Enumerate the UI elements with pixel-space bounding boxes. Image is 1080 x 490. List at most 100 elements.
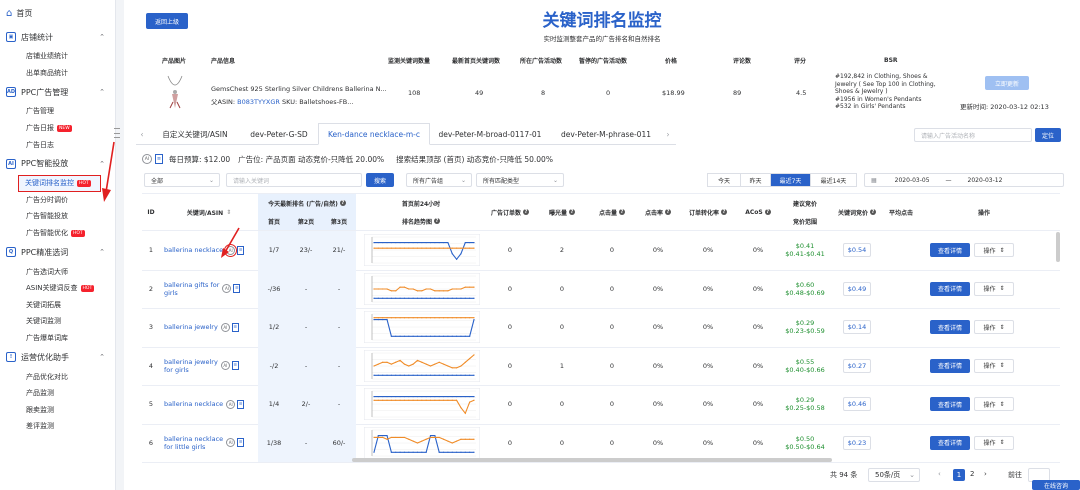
page-1[interactable]: 1 — [953, 469, 965, 481]
sidebar-group-3[interactable]: Q PPC精准选词 ⌃ — [0, 241, 115, 263]
keyword-bid-value[interactable]: $0.27 — [842, 358, 872, 373]
view-detail-button[interactable]: 查看详情 — [930, 320, 970, 334]
keyword-link[interactable]: ballerina jewelry for girls AI ≡ — [164, 347, 260, 386]
th-clicks[interactable]: 点击量? — [588, 194, 636, 230]
rank-trend-chart[interactable] — [364, 426, 480, 459]
date-7days-button[interactable]: 最近7天 — [771, 174, 811, 186]
th-operation[interactable]: 操作 — [918, 194, 1050, 230]
sidebar-item-4-2[interactable]: 跟卖监测 — [0, 402, 115, 419]
th-page2[interactable]: 第2页 — [290, 212, 322, 230]
rank-trend-chart[interactable] — [364, 311, 480, 343]
view-detail-button[interactable]: 查看详情 — [930, 243, 970, 257]
th-imp[interactable]: 曝光量? — [536, 194, 588, 230]
th-id[interactable]: ID — [142, 194, 160, 230]
rank-trend-chart[interactable] — [364, 272, 480, 305]
sidebar-item-1-2[interactable]: 广告日志 — [0, 136, 115, 153]
sidebar-item-4-1[interactable]: 产品监测 — [0, 385, 115, 402]
tab-peter-g-sd[interactable]: dev-Peter-G-SD — [240, 123, 318, 145]
th-keyword-bid[interactable]: 关键词竞价? — [830, 194, 884, 230]
th-page1[interactable]: 首页 — [258, 212, 290, 230]
th-cvr[interactable]: 订单转化率? — [680, 194, 736, 230]
sidebar-item-2-3[interactable]: 广告智能优化 HOT — [0, 225, 115, 242]
next-page-icon[interactable]: › — [984, 470, 987, 478]
necklace-product-image[interactable] — [164, 74, 186, 112]
keyword-search-input[interactable]: 请输入关键词 — [226, 173, 362, 187]
asin-link[interactable]: B083TYYXGR — [237, 98, 280, 106]
page-size-select[interactable]: 50条/页 ⌄ — [868, 468, 920, 482]
sidebar-home[interactable]: ⌂ 首页 — [0, 0, 115, 26]
sidebar-item-4-3[interactable]: 差评监测 — [0, 418, 115, 435]
date-today-button[interactable]: 今天 — [708, 174, 741, 186]
sidebar-group-1[interactable]: AD PPC广告管理 ⌃ — [0, 81, 115, 103]
status-select[interactable]: 全部 ⌄ — [144, 173, 220, 187]
operation-dropdown[interactable]: 操作 ⇕ — [974, 281, 1014, 296]
th-rank-group[interactable]: 今天最新排名 (广告/自然)? — [258, 194, 356, 212]
keyword-link[interactable]: ballerina gifts for girls AI ≡ — [164, 270, 260, 309]
tab-peter-phrase[interactable]: dev-Peter-M-phrase-011 — [550, 123, 662, 145]
view-detail-button[interactable]: 查看详情 — [930, 281, 970, 296]
keyword-link[interactable]: ballerina jewelry AI ≡ — [164, 308, 260, 347]
date-range-picker[interactable]: ▦ 2020-03-05 — 2020-03-12 — [864, 173, 1064, 187]
sidebar-item-2-1[interactable]: 广告分时调价 — [0, 192, 115, 209]
sidebar-item-0-0[interactable]: 店铺业绩统计 — [0, 48, 115, 65]
sidebar-item-0-1[interactable]: 出单商品统计 — [0, 65, 115, 82]
operation-dropdown[interactable]: 操作 ⇕ — [974, 320, 1014, 334]
th-ctr[interactable]: 点击率? — [636, 194, 680, 230]
operation-dropdown[interactable]: 操作 ⇕ — [974, 358, 1014, 373]
th-avg-click[interactable]: 平均点击 — [884, 194, 918, 230]
sidebar-item-3-0[interactable]: 广告选词大师 — [0, 263, 115, 280]
collapse-handle-icon[interactable] — [112, 125, 122, 141]
keyword-bid-value[interactable]: $0.23 — [842, 435, 872, 450]
sidebar-group-4[interactable]: ! 运营优化助手 ⌃ — [0, 346, 115, 368]
sidebar-item-3-4[interactable]: 广告爆单词库 — [0, 330, 115, 347]
th-trend-2[interactable]: 排名趋势图? — [358, 212, 484, 230]
date-14days-button[interactable]: 最近14天 — [811, 174, 856, 186]
page-2[interactable]: 2 — [970, 470, 974, 478]
rank-trend-chart[interactable] — [364, 234, 480, 266]
th-keyword[interactable]: 关键词/ASIN ⇕ — [160, 194, 258, 230]
document-icon[interactable]: ≡ — [155, 154, 163, 164]
sidebar-item-1-1[interactable]: 广告日报 NEW — [0, 120, 115, 137]
sidebar-item-3-3[interactable]: 关键词监测 — [0, 313, 115, 330]
sidebar-item-4-0[interactable]: 产品优化对比 — [0, 368, 115, 385]
sidebar-item-1-0[interactable]: 广告管理 — [0, 103, 115, 120]
operation-dropdown[interactable]: 操作 ⇕ — [974, 397, 1014, 411]
campaign-search-input[interactable]: 请输入广告活动名称 — [914, 128, 1032, 142]
keyword-bid-value[interactable]: $0.49 — [842, 281, 872, 296]
th-suggest-bid[interactable]: 建议竞价 — [780, 194, 830, 212]
refresh-button[interactable]: 立即更新 — [985, 76, 1029, 90]
sidebar-item-3-1[interactable]: ASIN关键词反查 HOT — [0, 280, 115, 297]
ai-icon[interactable]: AI — [142, 154, 152, 164]
keyword-link[interactable]: ballerina necklace AI ≡ — [164, 385, 260, 424]
match-type-select[interactable]: 所有匹配类型 ⌄ — [476, 173, 564, 187]
sidebar-group-2[interactable]: AI PPC智能投放 ⌃ — [0, 153, 115, 175]
vertical-scrollbar[interactable] — [1056, 232, 1060, 262]
th-page3[interactable]: 第3页 — [322, 212, 356, 230]
tab-ken-dance[interactable]: Ken-dance necklace-m-c — [318, 123, 430, 145]
search-button[interactable]: 搜索 — [366, 173, 394, 187]
prev-page-icon[interactable]: ‹ — [938, 470, 941, 478]
th-orders[interactable]: 广告订单数? — [484, 194, 536, 230]
locate-button[interactable]: 定位 — [1035, 128, 1061, 142]
tab-peter-broad[interactable]: dev-Peter-M-broad-0117-01 — [430, 123, 550, 145]
keyword-link[interactable]: ballerina necklace for little girls AI ≡ — [164, 424, 260, 463]
th-bid-range[interactable]: 竞价范围 — [780, 212, 830, 230]
rank-trend-chart[interactable] — [364, 349, 480, 382]
adgroup-select[interactable]: 所有广告组 ⌄ — [406, 173, 472, 187]
date-yesterday-button[interactable]: 昨天 — [741, 174, 771, 186]
sidebar-item-3-2[interactable]: 关键词拓展 — [0, 297, 115, 314]
horizontal-scrollbar[interactable] — [352, 458, 832, 462]
view-detail-button[interactable]: 查看详情 — [930, 435, 970, 450]
sidebar-item-2-0[interactable]: 关键词排名监控 HOT — [18, 174, 101, 192]
online-consult-button[interactable]: 在线咨询 — [1032, 480, 1080, 490]
tab-custom[interactable]: 自定义关键词/ASIN — [150, 123, 240, 145]
tabs-next-icon[interactable]: › — [662, 123, 674, 145]
sidebar-group-0[interactable]: ▣ 店铺统计 ⌃ — [0, 26, 115, 48]
th-trend-1[interactable]: 首页前24小时 — [358, 194, 484, 212]
keyword-link-partial[interactable]: ballerina jewelry — [164, 462, 260, 463]
th-acos[interactable]: ACoS? — [736, 194, 780, 230]
keyword-link[interactable]: ballerina necklace AI ≡ — [164, 231, 260, 270]
keyword-bid-value[interactable]: $0.46 — [842, 397, 872, 412]
tabs-prev-icon[interactable]: ‹ — [136, 123, 148, 145]
view-detail-button[interactable]: 查看详情 — [930, 358, 970, 373]
